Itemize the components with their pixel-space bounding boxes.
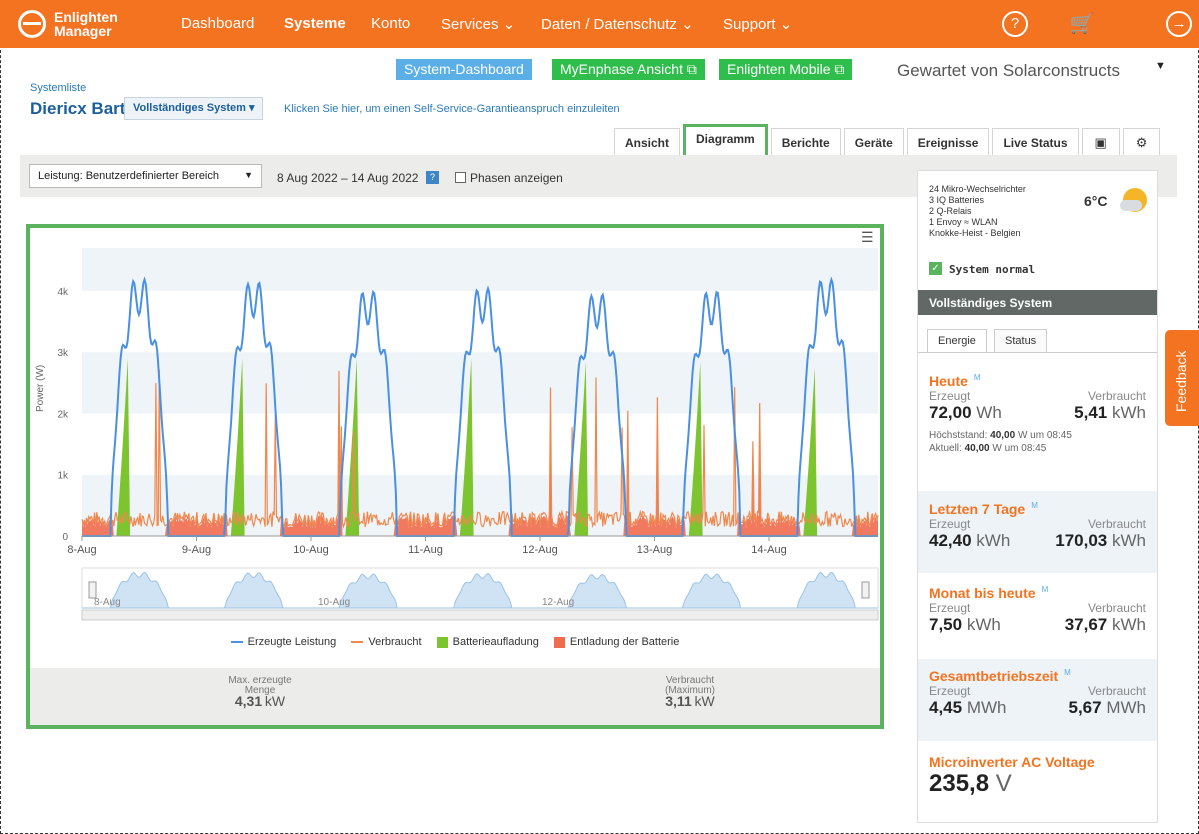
cart-icon[interactable]: 🛒 bbox=[1069, 11, 1095, 37]
voltage-section: Microinverter AC Voltage 235,8 V bbox=[929, 754, 1095, 797]
range-select[interactable]: Leistung: Benutzerdefinierter Bereich ▼ bbox=[29, 164, 262, 188]
warranty-link[interactable]: Klicken Sie hier, um einen Self-Service-… bbox=[284, 103, 620, 115]
date-help-icon[interactable]: ? bbox=[426, 171, 439, 184]
system-status: System normal bbox=[949, 263, 1036, 276]
info-relays: 2 Q-Relais bbox=[929, 206, 972, 216]
top-nav: Enlighten Manager Dashboard Systeme Kont… bbox=[0, 0, 1199, 48]
max-produced-stat: Max. erzeugte Menge 4,31 kW bbox=[228, 675, 292, 709]
nav-systeme[interactable]: Systeme bbox=[284, 15, 346, 32]
legend-item-produced[interactable]: Erzeugte Leistung bbox=[230, 636, 336, 648]
navigator-label: 10-Aug bbox=[318, 597, 350, 608]
chevron-down-icon: ▼ bbox=[244, 170, 253, 180]
enlighten-logo[interactable]: Enlighten Manager bbox=[18, 10, 118, 38]
y-tick-label: 1k bbox=[57, 471, 69, 482]
navigator-handle-right bbox=[861, 581, 870, 599]
system-sidebar: 24 Mikro-Wechselrichter 3 IQ Batteries 2… bbox=[917, 170, 1158, 823]
x-tick-label: 9-Aug bbox=[182, 544, 211, 556]
navigator-scrollbar bbox=[81, 609, 879, 621]
phases-label: Phasen anzeigen bbox=[470, 171, 563, 185]
legend-square-icon bbox=[436, 636, 448, 648]
info-batteries: 3 IQ Batteries bbox=[929, 195, 985, 205]
nav-dashboard[interactable]: Dashboard bbox=[181, 15, 254, 32]
navigator-label: 12-Aug bbox=[542, 597, 574, 608]
legend-line-icon bbox=[230, 641, 243, 644]
grid-band bbox=[82, 352, 878, 414]
system-list-link[interactable]: Systemliste bbox=[30, 82, 86, 94]
month-section: Monat bis heute M Erzeugt Verbraucht 7,50 … bbox=[929, 585, 1146, 634]
week-section: Letzten 7 Tage M Erzeugt Verbraucht 42,40 … bbox=[918, 491, 1157, 573]
tab-status[interactable]: Status bbox=[994, 329, 1048, 352]
enphase-logo-icon bbox=[18, 10, 46, 38]
chart-panel: ☰ 0 1k 2k 3k 4k Power (W) 8-Aug 9-Aug 10-Aug 11-A… bbox=[26, 224, 884, 729]
y-tick-label: 0 bbox=[62, 532, 68, 543]
phases-checkbox[interactable] bbox=[455, 172, 466, 183]
nav-services[interactable]: Services ⌄ bbox=[441, 15, 515, 33]
presentation-icon[interactable]: ▣ bbox=[1081, 128, 1120, 156]
logo-line1: Enlighten bbox=[54, 9, 118, 25]
x-tick-label: 14-Aug bbox=[751, 544, 786, 556]
navigator-label: 8-Aug bbox=[94, 597, 121, 608]
managed-dropdown-icon[interactable]: ▼ bbox=[1155, 60, 1166, 72]
logout-icon[interactable]: → bbox=[1166, 11, 1192, 37]
x-tick-label: 10-Aug bbox=[293, 544, 328, 556]
info-location: Knokke-Heist - Belgien bbox=[929, 228, 1021, 238]
tab-geraete[interactable]: Geräte bbox=[843, 128, 904, 156]
section-title: Vollständiges System bbox=[918, 290, 1157, 315]
tab-ereignisse[interactable]: Ereignisse bbox=[906, 128, 990, 156]
today-section: Heute M Erzeugt Verbraucht 72,00 Wh 5,41 k… bbox=[929, 373, 1146, 454]
weather-partly-cloudy-icon bbox=[1120, 188, 1147, 212]
feedback-tab[interactable]: Feedback bbox=[1165, 330, 1199, 426]
x-tick-label: 11-Aug bbox=[408, 544, 443, 556]
x-tick-label: 13-Aug bbox=[637, 544, 672, 556]
status-ok-icon: ✓ bbox=[929, 262, 942, 275]
lifetime-section: Gesamtbetriebszeit M Erzeugt Verbraucht 4,… bbox=[918, 659, 1157, 741]
view-tabs: Ansicht Diagramm Berichte Geräte Ereigni… bbox=[614, 124, 1163, 158]
temperature: 6°C bbox=[1084, 193, 1108, 209]
help-icon[interactable]: ? bbox=[1002, 11, 1028, 37]
nav-support[interactable]: Support ⌄ bbox=[723, 15, 792, 33]
tab-live-status[interactable]: Live Status bbox=[992, 128, 1079, 156]
max-consumed-stat: Verbraucht (Maximum) 3,11 kW bbox=[665, 675, 715, 709]
x-tick-label: 12-Aug bbox=[522, 544, 557, 556]
legend-line-icon bbox=[351, 641, 364, 644]
navigator-handle-left bbox=[88, 581, 97, 599]
info-inverters: 24 Mikro-Wechselrichter bbox=[929, 184, 1026, 194]
date-range[interactable]: 8 Aug 2022 – 14 Aug 2022 bbox=[277, 171, 418, 185]
nav-konto[interactable]: Konto bbox=[371, 15, 410, 32]
system-dashboard-link[interactable]: System-Dashboard bbox=[396, 59, 532, 80]
y-axis-label: Power (W) bbox=[35, 365, 46, 412]
y-tick-label: 2k bbox=[57, 409, 69, 420]
legend-square-icon bbox=[553, 636, 565, 648]
system-scope-dropdown[interactable]: Vollständiges System ▾ bbox=[124, 97, 264, 120]
tab-energie[interactable]: Energie bbox=[927, 329, 987, 352]
nav-datenschutz[interactable]: Daten / Datenschutz ⌄ bbox=[541, 15, 694, 33]
legend-item-charge[interactable]: Batterieaufladung bbox=[436, 636, 539, 648]
y-tick-label: 4k bbox=[57, 287, 69, 298]
info-envoy: 1 Envoy ≈ WLAN bbox=[929, 217, 998, 227]
tab-berichte[interactable]: Berichte bbox=[770, 128, 841, 156]
grid-band bbox=[82, 248, 878, 291]
chart-stats: Max. erzeugte Menge 4,31 kW Verbraucht (… bbox=[30, 668, 880, 725]
enlighten-mobile-link[interactable]: Enlighten Mobile ⧉ bbox=[719, 59, 853, 80]
legend-item-consumed[interactable]: Verbraucht bbox=[351, 636, 422, 648]
tab-ansicht[interactable]: Ansicht bbox=[614, 128, 681, 156]
tab-diagramm[interactable]: Diagramm bbox=[683, 124, 768, 158]
managed-by: Gewartet von Solarconstructs bbox=[897, 61, 1120, 80]
power-chart: 0 1k 2k 3k 4k Power (W) 8-Aug 9-Aug 10-Aug 11-Aug… bbox=[35, 248, 879, 621]
legend-item-discharge[interactable]: Entladung der Batterie bbox=[553, 636, 679, 648]
myenphase-link[interactable]: MyEnphase Ansicht ⧉ bbox=[552, 59, 705, 80]
system-name: Diericx Bart bbox=[30, 99, 126, 118]
y-tick-label: 3k bbox=[57, 348, 69, 359]
gear-icon[interactable]: ⚙ bbox=[1122, 128, 1161, 156]
x-tick-label: 8-Aug bbox=[67, 544, 96, 556]
chart-legend: Erzeugte Leistung Verbraucht Batterieauf… bbox=[30, 636, 880, 648]
logo-line2: Manager bbox=[54, 23, 112, 39]
